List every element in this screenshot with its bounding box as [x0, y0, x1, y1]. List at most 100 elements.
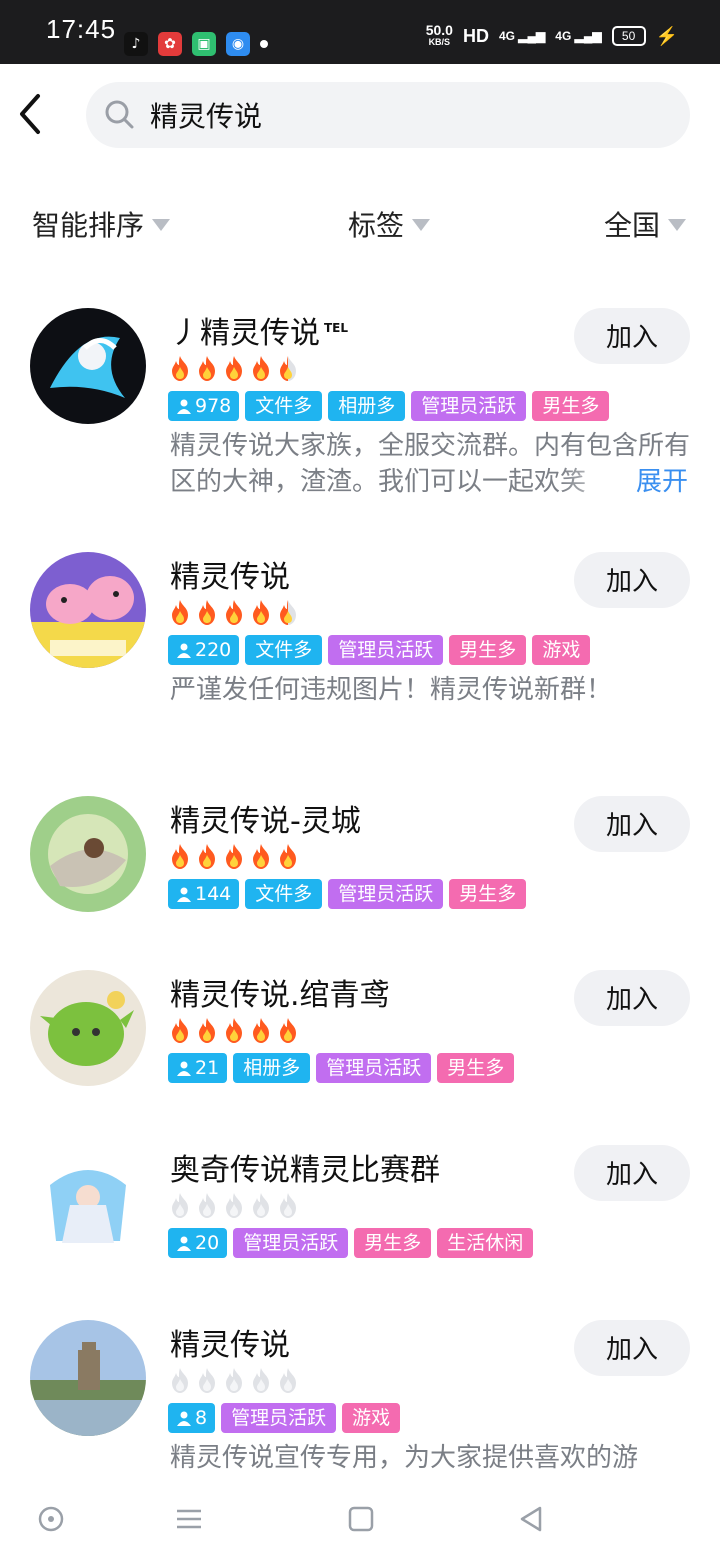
- flame-icon: [253, 844, 269, 869]
- flame-icon: [199, 844, 215, 869]
- person-icon: [177, 887, 191, 902]
- group-tags: 8 管理员活跃 游戏: [168, 1403, 401, 1433]
- group-avatar[interactable]: [30, 308, 146, 424]
- group-tag: 文件多: [245, 879, 323, 909]
- group-name-text: 丿精灵传说: [170, 316, 320, 351]
- activity-flames: [168, 598, 300, 626]
- menu-icon[interactable]: [174, 1504, 204, 1534]
- member-count-tag: 144: [168, 879, 240, 909]
- group-name: 精灵传说.绾青鸢: [170, 970, 390, 1014]
- person-icon: [177, 1236, 191, 1251]
- group-avatar[interactable]: [30, 796, 146, 912]
- group-tags: 144 文件多 管理员活跃 男生多: [168, 879, 527, 909]
- flame-icon: [253, 1368, 269, 1393]
- signal-1-icon: 4G ▂▄▆: [498, 29, 546, 43]
- expand-link[interactable]: 展开: [636, 464, 696, 500]
- status-app-icons: ♪ ✿ ▣ ◉: [124, 32, 268, 56]
- activity-flames: [168, 1191, 300, 1219]
- flame-icon: [253, 1193, 269, 1218]
- group-avatar[interactable]: [30, 1320, 146, 1436]
- flame-icon: [172, 1193, 188, 1218]
- flame-icon: [280, 844, 296, 869]
- group-tags: 21 相册多 管理员活跃 男生多: [168, 1053, 515, 1083]
- group-tag: 管理员活跃: [233, 1228, 349, 1258]
- join-button[interactable]: 加入: [574, 970, 690, 1026]
- square-icon[interactable]: [346, 1504, 376, 1534]
- group-avatar[interactable]: [30, 970, 146, 1086]
- back-button[interactable]: [14, 92, 50, 136]
- person-icon: [177, 399, 191, 414]
- member-count: 20: [195, 1232, 220, 1254]
- back-triangle-icon[interactable]: [516, 1504, 546, 1534]
- group-tags: 220 文件多 管理员活跃 男生多 游戏: [168, 635, 591, 665]
- group-name-text: 奥奇传说精灵比赛群: [170, 1153, 440, 1188]
- group-avatar[interactable]: [30, 1145, 146, 1261]
- group-tag: 管理员活跃: [316, 1053, 432, 1083]
- join-button[interactable]: 加入: [574, 552, 690, 608]
- flame-icon: [280, 356, 296, 381]
- member-count-tag: 21: [168, 1053, 228, 1083]
- app-green-icon: ▣: [192, 32, 216, 56]
- net2-label: 4G: [555, 29, 572, 43]
- group-name: 奥奇传说精灵比赛群: [170, 1145, 440, 1189]
- group-avatar[interactable]: [30, 552, 146, 668]
- flame-icon: [172, 844, 188, 869]
- join-button[interactable]: 加入: [574, 1145, 690, 1201]
- group-tag: 男生多: [354, 1228, 432, 1258]
- flame-icon: [199, 356, 215, 381]
- sort-filter[interactable]: 智能排序: [32, 204, 171, 244]
- flame-icon: [172, 356, 188, 381]
- flame-icon: [172, 1018, 188, 1043]
- person-icon: [177, 1411, 191, 1426]
- join-button[interactable]: 加入: [574, 308, 690, 364]
- battery-icon: 50: [611, 26, 646, 46]
- join-button[interactable]: 加入: [574, 1320, 690, 1376]
- group-name-text: 精灵传说.绾青鸢: [170, 978, 390, 1013]
- charging-icon: ⚡: [655, 25, 678, 46]
- flame-icon: [199, 1193, 215, 1218]
- notification-dot-icon: [260, 40, 268, 48]
- status-time: 17:45: [46, 14, 117, 44]
- flame-icon: [226, 356, 242, 381]
- join-button[interactable]: 加入: [574, 796, 690, 852]
- person-icon: [177, 643, 191, 658]
- group-name: 精灵传说: [170, 1320, 290, 1364]
- group-name-text: 精灵传说-灵城: [170, 804, 361, 839]
- group-description: 严谨发任何违规图片！精灵传说新群！: [170, 672, 690, 708]
- group-description: 精灵传说宣传专用，为大家提供喜欢的游: [170, 1440, 690, 1476]
- flame-icon: [226, 600, 242, 625]
- flame-icon: [280, 1193, 296, 1218]
- flame-icon: [253, 600, 269, 625]
- flame-icon: [280, 1368, 296, 1393]
- region-filter[interactable]: 全国: [604, 204, 687, 244]
- group-tag: 生活休闲: [437, 1228, 534, 1258]
- search-input[interactable]: 精灵传说: [86, 82, 690, 148]
- member-count: 21: [195, 1057, 220, 1079]
- status-bar: 17:45 ♪ ✿ ▣ ◉ 50.0 KB/S HD 4G ▂▄▆ 4G ▂▄▆…: [0, 0, 720, 64]
- member-count-tag: 20: [168, 1228, 228, 1258]
- group-tags: 978 文件多 相册多 管理员活跃 男生多: [168, 391, 610, 421]
- activity-flames: [168, 1016, 300, 1044]
- flame-icon: [253, 356, 269, 381]
- flame-icon: [199, 1368, 215, 1393]
- group-tag: 男生多: [449, 879, 527, 909]
- tag-filter[interactable]: 标签: [348, 204, 431, 244]
- group-tag: 管理员活跃: [328, 635, 444, 665]
- fade-mask: [560, 464, 630, 500]
- home-circle-icon[interactable]: [36, 1504, 66, 1534]
- flame-icon: [280, 1018, 296, 1043]
- group-badge: TEL: [324, 321, 349, 335]
- member-count-tag: 8: [168, 1403, 216, 1433]
- activity-flames: [168, 354, 300, 382]
- network-speed: 50.0 KB/S: [426, 23, 453, 48]
- group-description-text: 精灵传说宣传专用，为大家提供喜欢的游: [170, 1443, 639, 1473]
- member-count-tag: 220: [168, 635, 240, 665]
- member-count: 220: [195, 639, 232, 661]
- group-tag: 文件多: [245, 635, 323, 665]
- app-blue-icon: ◉: [226, 32, 250, 56]
- chevron-left-icon: [20, 94, 40, 134]
- flame-icon: [226, 1018, 242, 1043]
- region-filter-label: 全国: [604, 209, 661, 242]
- dropdown-arrow-icon: [152, 219, 171, 231]
- member-count: 978: [195, 395, 232, 417]
